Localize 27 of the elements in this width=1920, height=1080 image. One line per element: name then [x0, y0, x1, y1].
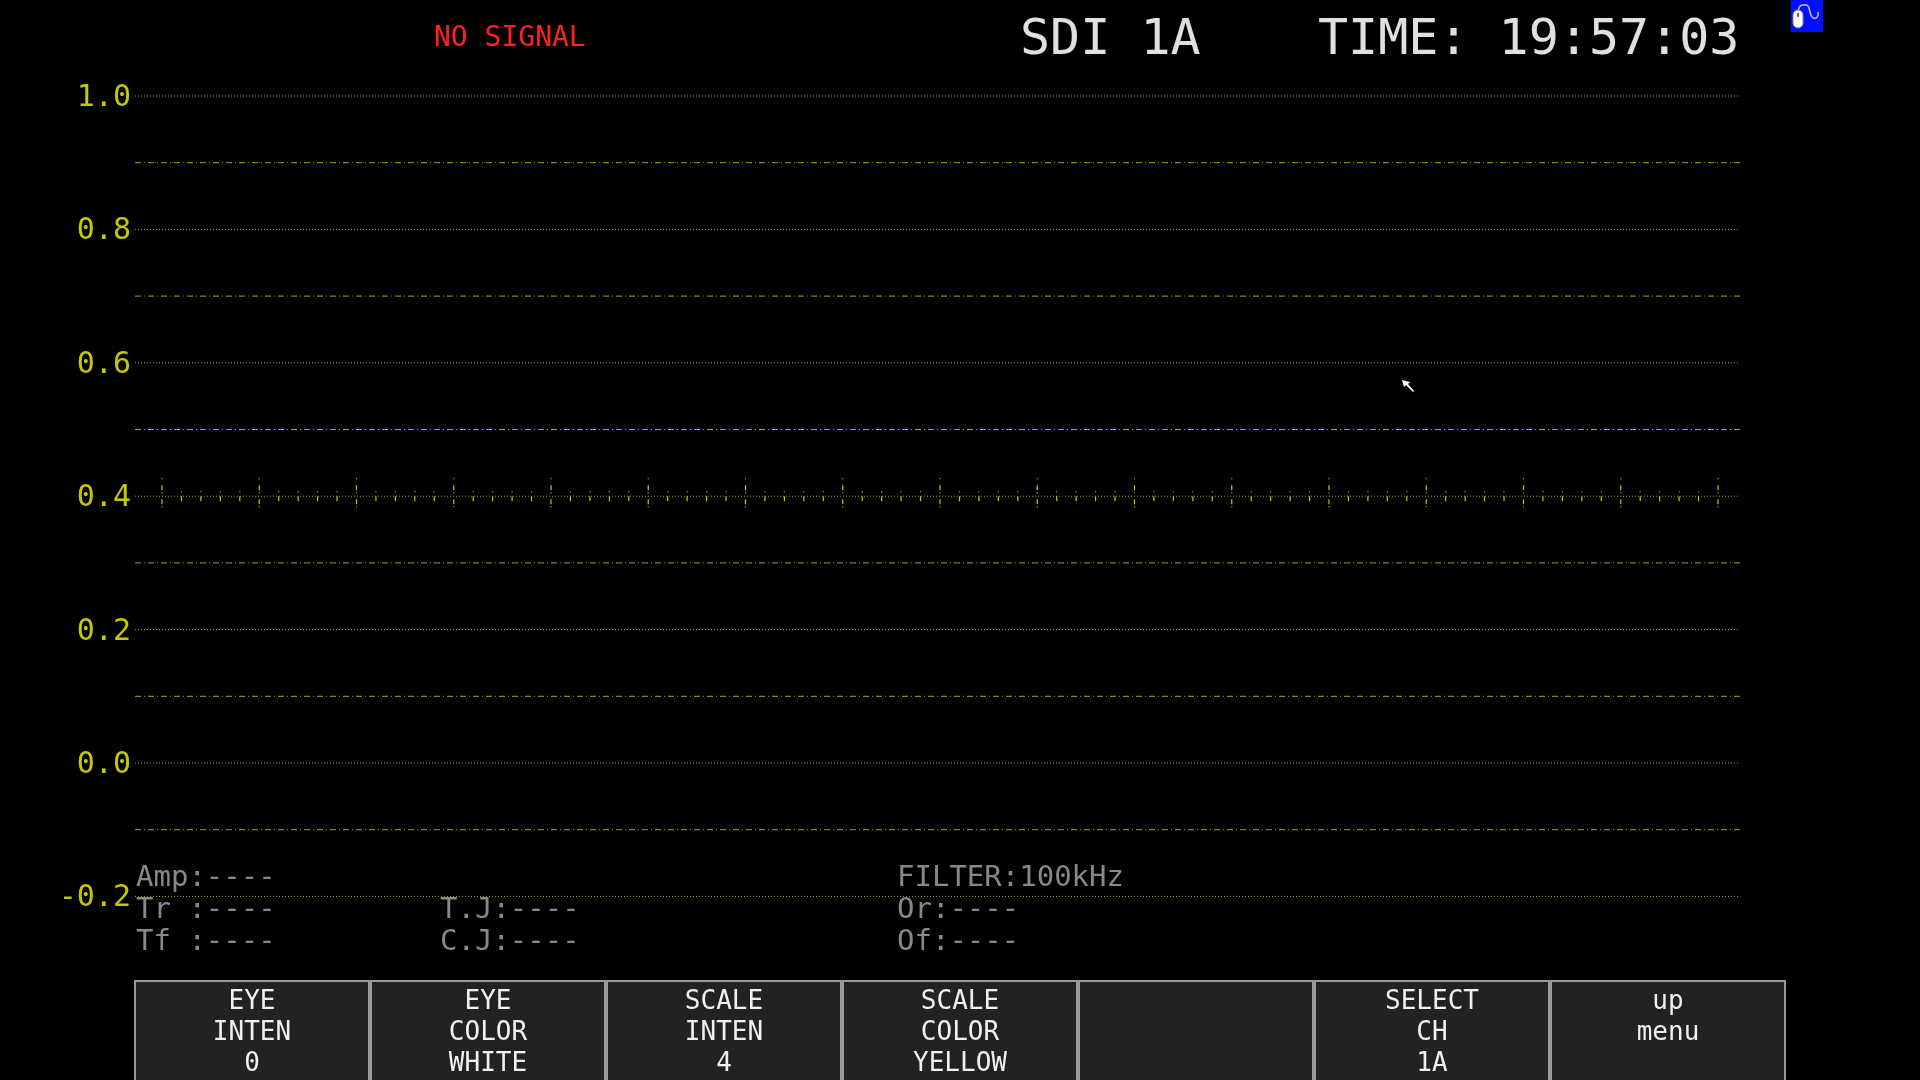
softkey-button[interactable]: SELECT CH 1A	[1314, 980, 1550, 1080]
measurement-readout: FILTER:100kHz	[897, 860, 1125, 892]
mouse-icon	[1791, 0, 1823, 32]
scale-label: 1.0	[76, 79, 131, 113]
scale-label: 0.0	[76, 746, 131, 780]
measurement-readout: C.J:----	[440, 924, 581, 956]
measurement-readout: Of:----	[897, 924, 1021, 956]
softkey-button[interactable]: SCALE COLOR YELLOW	[842, 980, 1078, 1080]
scale-label: 0.4	[76, 479, 131, 514]
blank-softkey-button[interactable]	[1078, 980, 1314, 1080]
softkey-button[interactable]: SCALE INTEN 4	[606, 980, 842, 1080]
softkey-button[interactable]: EYE COLOR WHITE	[370, 980, 606, 1080]
cursor-icon	[1401, 379, 1415, 393]
input-label: SDI 1A	[1020, 8, 1201, 66]
measurement-readout: Tr :----	[136, 892, 277, 924]
measurement-readout: Amp:----	[136, 860, 277, 892]
scale-label: 0.2	[76, 612, 131, 647]
measurement-readout: Or:----	[897, 892, 1021, 924]
softkey-button[interactable]: up menu	[1550, 980, 1786, 1080]
softkey-button[interactable]: EYE INTEN 0	[134, 980, 370, 1080]
measurement-readout: T.J:----	[440, 892, 581, 924]
scale-label: -0.2	[58, 879, 131, 914]
scale-label: 0.8	[76, 212, 131, 247]
scale-label: 0.6	[76, 345, 131, 380]
time-readout: TIME: 19:57:03	[1318, 8, 1740, 66]
signal-status: NO SIGNAL	[434, 20, 586, 53]
measurement-readout: Tf :----	[136, 924, 277, 956]
